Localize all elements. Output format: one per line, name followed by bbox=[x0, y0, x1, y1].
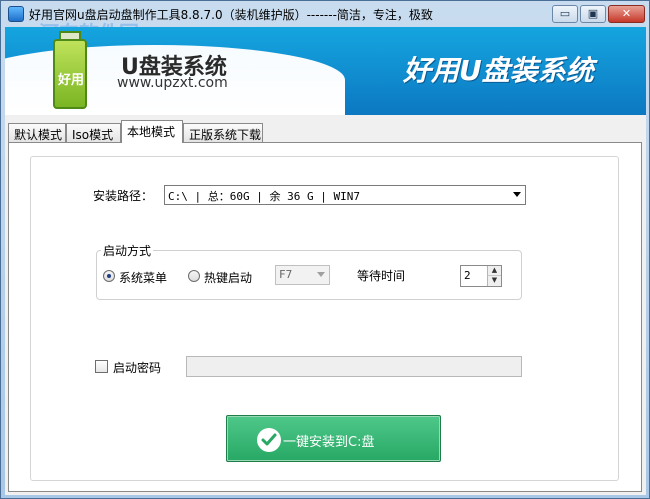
radio-hotkey-boot[interactable] bbox=[188, 270, 200, 282]
boot-password-label[interactable]: 启动密码 bbox=[113, 359, 161, 376]
client-area: 默认模式 Iso模式 本地模式 正版系统下载 安装路径： C:\ | 总：60G… bbox=[5, 115, 646, 495]
tab-iso-mode[interactable]: Iso模式 bbox=[66, 123, 121, 142]
spin-down-icon[interactable]: ▼ bbox=[487, 276, 501, 286]
hotkey-select[interactable]: F7 bbox=[275, 265, 330, 285]
app-icon bbox=[8, 6, 24, 22]
hotkey-boot-label[interactable]: 热键启动 bbox=[204, 269, 252, 286]
one-click-install-button[interactable]: 一键安装到C:盘 bbox=[226, 415, 441, 462]
maximize-button[interactable]: ▣ bbox=[580, 5, 606, 23]
tab-local-mode[interactable]: 本地模式 bbox=[121, 120, 183, 143]
settings-group: 安装路径： C:\ | 总：60G | 余 36 G | WIN7 启动方式 系… bbox=[30, 156, 619, 481]
tab-panel: 安装路径： C:\ | 总：60G | 余 36 G | WIN7 启动方式 系… bbox=[8, 142, 642, 492]
minimize-button[interactable]: ▭ bbox=[552, 5, 578, 23]
check-circle-icon bbox=[257, 428, 281, 452]
spin-up-icon[interactable]: ▲ bbox=[487, 266, 501, 276]
system-menu-label[interactable]: 系统菜单 bbox=[119, 269, 167, 286]
chevron-down-icon[interactable] bbox=[513, 192, 521, 197]
install-path-value: C:\ | 总：60G | 余 36 G | WIN7 bbox=[168, 190, 360, 203]
wait-time-stepper[interactable]: 2 ▲ ▼ bbox=[460, 265, 502, 287]
wait-time-label: 等待时间 bbox=[357, 269, 406, 283]
install-button-label: 一键安装到C:盘 bbox=[283, 435, 375, 450]
brand-url: www.upzxt.com bbox=[117, 75, 228, 91]
tab-default-mode[interactable]: 默认模式 bbox=[8, 123, 66, 142]
header-banner: 好用 U盘装系统 www.upzxt.com 好用U盘装系统 bbox=[5, 27, 646, 115]
boot-password-input[interactable] bbox=[186, 356, 522, 377]
checkmark-icon bbox=[261, 433, 277, 446]
boot-mode-fieldset: 启动方式 系统菜单 热键启动 F7 等待时间 2 ▲ ▼ bbox=[96, 242, 522, 300]
install-path-label: 安装路径： bbox=[93, 189, 154, 203]
tab-genuine-download[interactable]: 正版系统下载 bbox=[183, 123, 263, 142]
app-window: 好用官网u盘启动盘制作工具8.8.7.0（装机维护版）-------简洁，专注，… bbox=[0, 0, 650, 499]
wait-time-value[interactable]: 2 bbox=[464, 269, 471, 282]
close-button[interactable]: ✕ bbox=[608, 5, 645, 23]
boot-mode-legend: 启动方式 bbox=[101, 242, 154, 259]
radio-system-menu[interactable] bbox=[103, 270, 115, 282]
banner-slogan: 好用U盘装系统 bbox=[403, 54, 594, 87]
boot-password-checkbox[interactable] bbox=[95, 360, 108, 373]
usb-logo-text: 好用 bbox=[57, 73, 84, 88]
title-bar[interactable]: 好用官网u盘启动盘制作工具8.8.7.0（装机维护版）-------简洁，专注，… bbox=[1, 1, 649, 45]
install-path-select[interactable]: C:\ | 总：60G | 余 36 G | WIN7 bbox=[164, 185, 526, 205]
chevron-down-icon[interactable] bbox=[317, 272, 325, 277]
hotkey-value: F7 bbox=[279, 268, 293, 281]
